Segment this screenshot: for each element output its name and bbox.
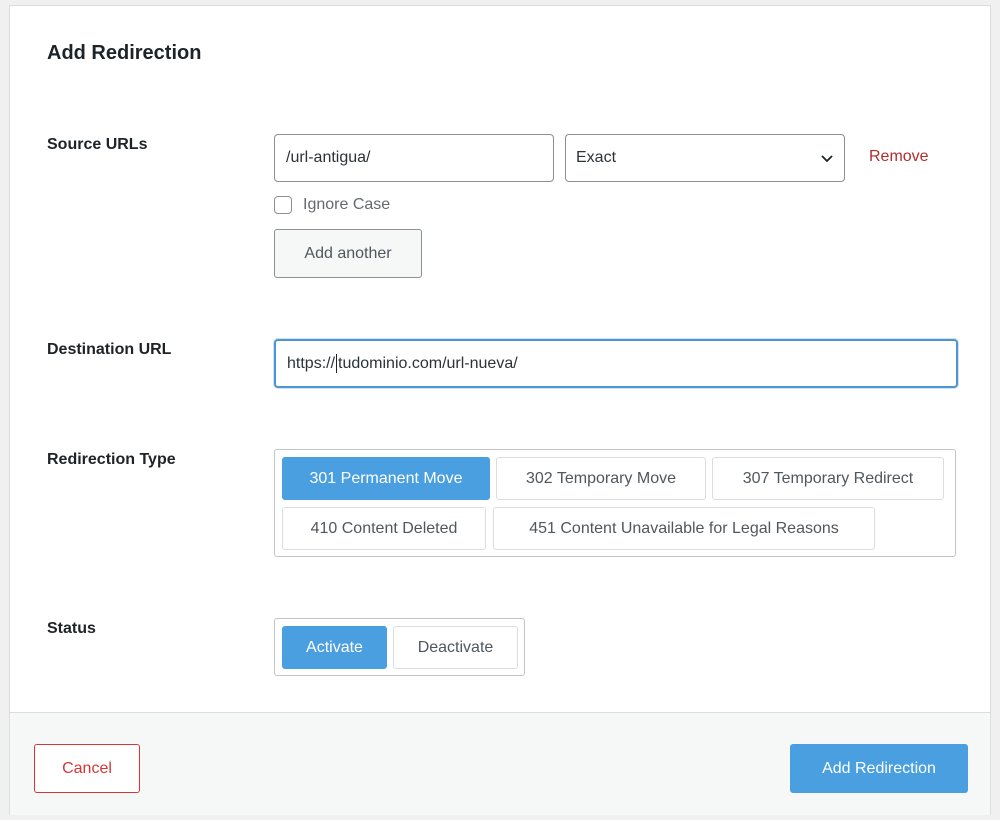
add-another-button[interactable]: Add another (274, 229, 422, 278)
ignore-case-checkbox[interactable] (274, 196, 292, 214)
type-option-302[interactable]: 302 Temporary Move (496, 457, 706, 500)
add-redirection-dialog: Add Redirection Source URLs /url-antigua… (9, 5, 991, 815)
cancel-button[interactable]: Cancel (34, 744, 140, 793)
type-option-410[interactable]: 410 Content Deleted (282, 507, 486, 550)
chevron-down-icon (821, 155, 833, 163)
status-deactivate-option[interactable]: Deactivate (393, 626, 518, 669)
destination-url-input[interactable]: https://tudominio.com/url-nueva/ (274, 339, 958, 388)
ignore-case-label: Ignore Case (303, 196, 391, 213)
redirection-type-label: Redirection Type (47, 451, 176, 468)
type-option-301[interactable]: 301 Permanent Move (282, 457, 490, 500)
source-url-value: /url-antigua/ (286, 149, 371, 166)
dialog-footer: Cancel Add Redirection (10, 712, 990, 815)
remove-source-link[interactable]: Remove (869, 148, 929, 166)
dialog-title: Add Redirection (47, 42, 202, 64)
text-cursor (336, 354, 338, 373)
match-type-select[interactable]: Exact (565, 134, 845, 182)
destination-url-label: Destination URL (47, 341, 172, 358)
add-redirection-button[interactable]: Add Redirection (790, 744, 968, 793)
status-activate-option[interactable]: Activate (282, 626, 387, 669)
match-type-value: Exact (576, 149, 617, 166)
source-urls-label: Source URLs (47, 136, 148, 153)
destination-url-value-start: https:// (287, 354, 336, 372)
type-option-451[interactable]: 451 Content Unavailable for Legal Reason… (493, 507, 875, 550)
status-group: Activate Deactivate (274, 618, 525, 676)
status-label: Status (47, 620, 96, 637)
redirection-type-group: 301 Permanent Move 302 Temporary Move 30… (274, 449, 956, 557)
source-url-input[interactable]: /url-antigua/ (274, 134, 554, 182)
destination-url-value-end: tudominio.com/url-nueva/ (338, 354, 518, 372)
type-option-307[interactable]: 307 Temporary Redirect (712, 457, 944, 500)
ignore-case-option[interactable]: Ignore Case (274, 196, 390, 214)
